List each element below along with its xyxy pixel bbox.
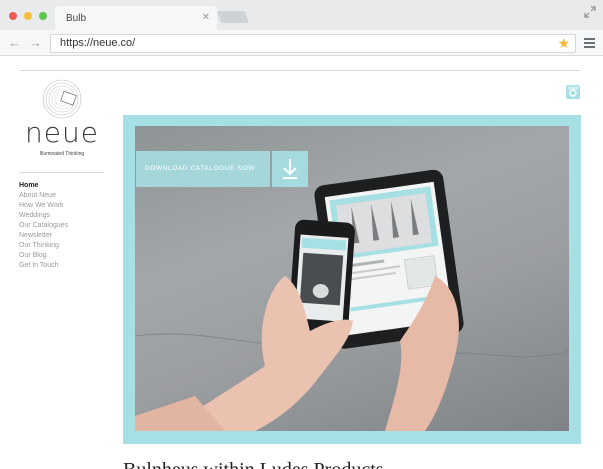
hero-photo: DOWNLOAD CATALOGUE NOW [135, 126, 569, 431]
back-arrow-icon[interactable]: ← [8, 35, 21, 50]
nav-item-our-catalogues[interactable]: Our Catalogues [19, 221, 68, 231]
instagram-icon[interactable] [566, 85, 580, 99]
minimize-window-button[interactable] [24, 12, 32, 20]
new-tab-button[interactable] [216, 11, 250, 23]
tab-bar: Bulb ✕ [0, 0, 603, 30]
nav-item-our-blog[interactable]: Our Blog [19, 251, 68, 261]
sidebar-divider [19, 172, 104, 173]
url-text: https://neue.co/ [60, 37, 136, 49]
nav-item-our-thinking[interactable]: Our Thinking [19, 241, 68, 251]
browser-toolbar: ← → https://neue.co/ ★ [0, 30, 603, 56]
nav-item-newsletter[interactable]: Newsletter [19, 231, 68, 241]
nav-item-about-neue[interactable]: About Neue [19, 191, 68, 201]
fullscreen-icon[interactable] [584, 6, 596, 18]
browser-tab[interactable]: Bulb ✕ [55, 6, 217, 30]
header-divider [19, 70, 581, 71]
logo-wordmark[interactable]: neue [22, 119, 102, 147]
nav-item-get-in-touch[interactable]: Get In Touch [19, 261, 68, 271]
download-button[interactable] [272, 151, 308, 187]
hero-banner: DOWNLOAD CATALOGUE NOW [123, 115, 581, 444]
maximize-window-button[interactable] [39, 12, 47, 20]
close-window-button[interactable] [9, 12, 17, 20]
nav-item-weddings[interactable]: Weddings [19, 211, 68, 221]
bookmark-star-icon[interactable]: ★ [557, 35, 570, 52]
menu-icon[interactable] [584, 38, 595, 48]
close-tab-icon[interactable]: ✕ [202, 12, 210, 23]
logo-tagline: Illuminated Thinking [39, 151, 85, 157]
tab-title: Bulb [66, 13, 87, 24]
nav-item-how-we-work[interactable]: How We Work [19, 201, 68, 211]
nav-item-home[interactable]: Home [19, 181, 68, 191]
forward-arrow-icon[interactable]: → [29, 35, 42, 50]
address-bar[interactable]: https://neue.co/ ★ [50, 34, 576, 53]
download-catalogue-label[interactable]: DOWNLOAD CATALOGUE NOW [136, 151, 270, 187]
download-icon [283, 159, 297, 179]
sidebar-nav: Home About Neue How We Work Weddings Our… [19, 181, 68, 271]
section-heading: Bulnheus within Ludes Products [123, 459, 384, 469]
